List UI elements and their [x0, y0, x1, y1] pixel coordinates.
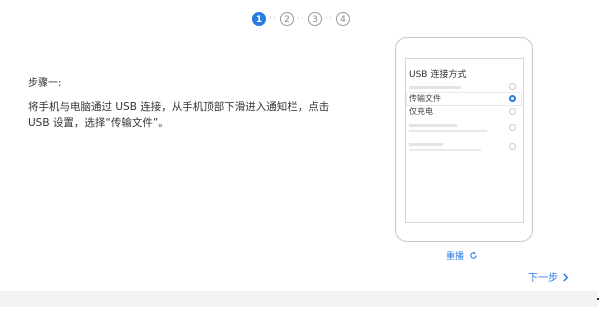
radio-selected [509, 95, 516, 102]
placeholder-bar [409, 143, 443, 146]
option-label: 仅充电 [409, 107, 433, 116]
footer-band [0, 291, 598, 307]
step-4-indicator: 4 [336, 12, 350, 26]
placeholder-bar [409, 130, 487, 132]
rescan-button[interactable]: 重播 [446, 249, 478, 262]
placeholder-bar [409, 149, 481, 151]
rescan-label: 重播 [446, 252, 465, 262]
step-separator: ·· [325, 14, 333, 24]
option-label: 传输文件 [409, 94, 441, 103]
radio-unselected [509, 124, 516, 131]
right-edge [598, 0, 602, 311]
instruction-text: 将手机与电脑通过 USB 连接，从手机顶部下滑进入通知栏，点击 USB 设置，选… [28, 101, 330, 129]
edge-dot [597, 298, 599, 300]
next-step-label: 下一步 [528, 273, 558, 284]
step-2-indicator: 2 [280, 12, 294, 26]
usb-option-charge-only: 仅充电 [406, 106, 522, 119]
wizard-page: 1 ·· 2 ·· 3 ·· 4 步骤一: 将手机与电脑通过 USB 连接，从手… [0, 0, 602, 311]
stepper: 1 ·· 2 ·· 3 ·· 4 [0, 12, 602, 26]
usb-option-placeholder [406, 141, 522, 154]
placeholder-bar [409, 124, 457, 127]
usb-option-transfer-files: 传输文件 [406, 93, 522, 106]
step-1-indicator: 1 [252, 12, 266, 26]
usb-mode-title: USB 连接方式 [409, 70, 467, 80]
radio-unselected [509, 83, 516, 90]
refresh-icon [470, 251, 477, 259]
step-title: 步骤一: [28, 78, 62, 89]
usb-option-placeholder [406, 122, 522, 135]
radio-unselected [509, 143, 516, 150]
placeholder-bar [409, 86, 461, 89]
step-3-indicator: 3 [308, 12, 322, 26]
step-separator: ·· [269, 14, 277, 24]
next-step-button[interactable]: 下一步 [528, 269, 569, 284]
step-separator: ·· [297, 14, 305, 24]
chevron-right-icon [563, 273, 569, 282]
radio-unselected [509, 108, 516, 115]
